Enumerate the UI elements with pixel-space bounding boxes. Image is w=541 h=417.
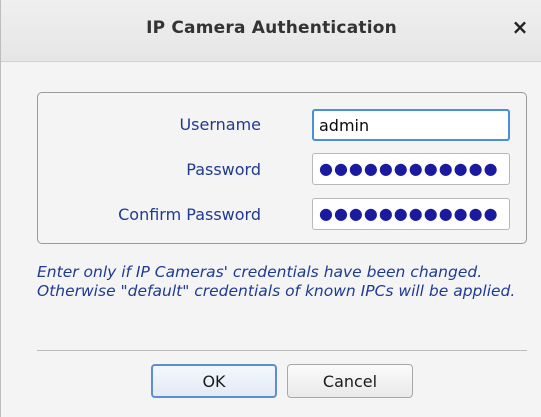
info-text: Enter only if IP Cameras' credentials ha…	[37, 263, 516, 300]
username-label: Username	[179, 115, 261, 134]
password-label: Password	[186, 160, 261, 179]
separator	[37, 350, 527, 351]
camera-auth-dialog: IP Camera Authentication × Username Pass…	[0, 0, 541, 417]
cancel-button[interactable]: Cancel	[287, 364, 413, 398]
username-field[interactable]	[312, 109, 510, 141]
title-bar[interactable]: IP Camera Authentication ×	[1, 0, 541, 62]
password-field[interactable]: ●●●●●●●●●●●●	[312, 153, 510, 185]
ok-button[interactable]: OK	[151, 364, 277, 398]
credentials-group: Username Password ●●●●●●●●●●●● Confirm P…	[37, 92, 527, 244]
confirm-password-field[interactable]: ●●●●●●●●●●●●	[312, 198, 510, 230]
confirm-password-label: Confirm Password	[118, 205, 261, 224]
close-icon[interactable]: ×	[510, 16, 530, 38]
dialog-title: IP Camera Authentication	[146, 18, 397, 38]
